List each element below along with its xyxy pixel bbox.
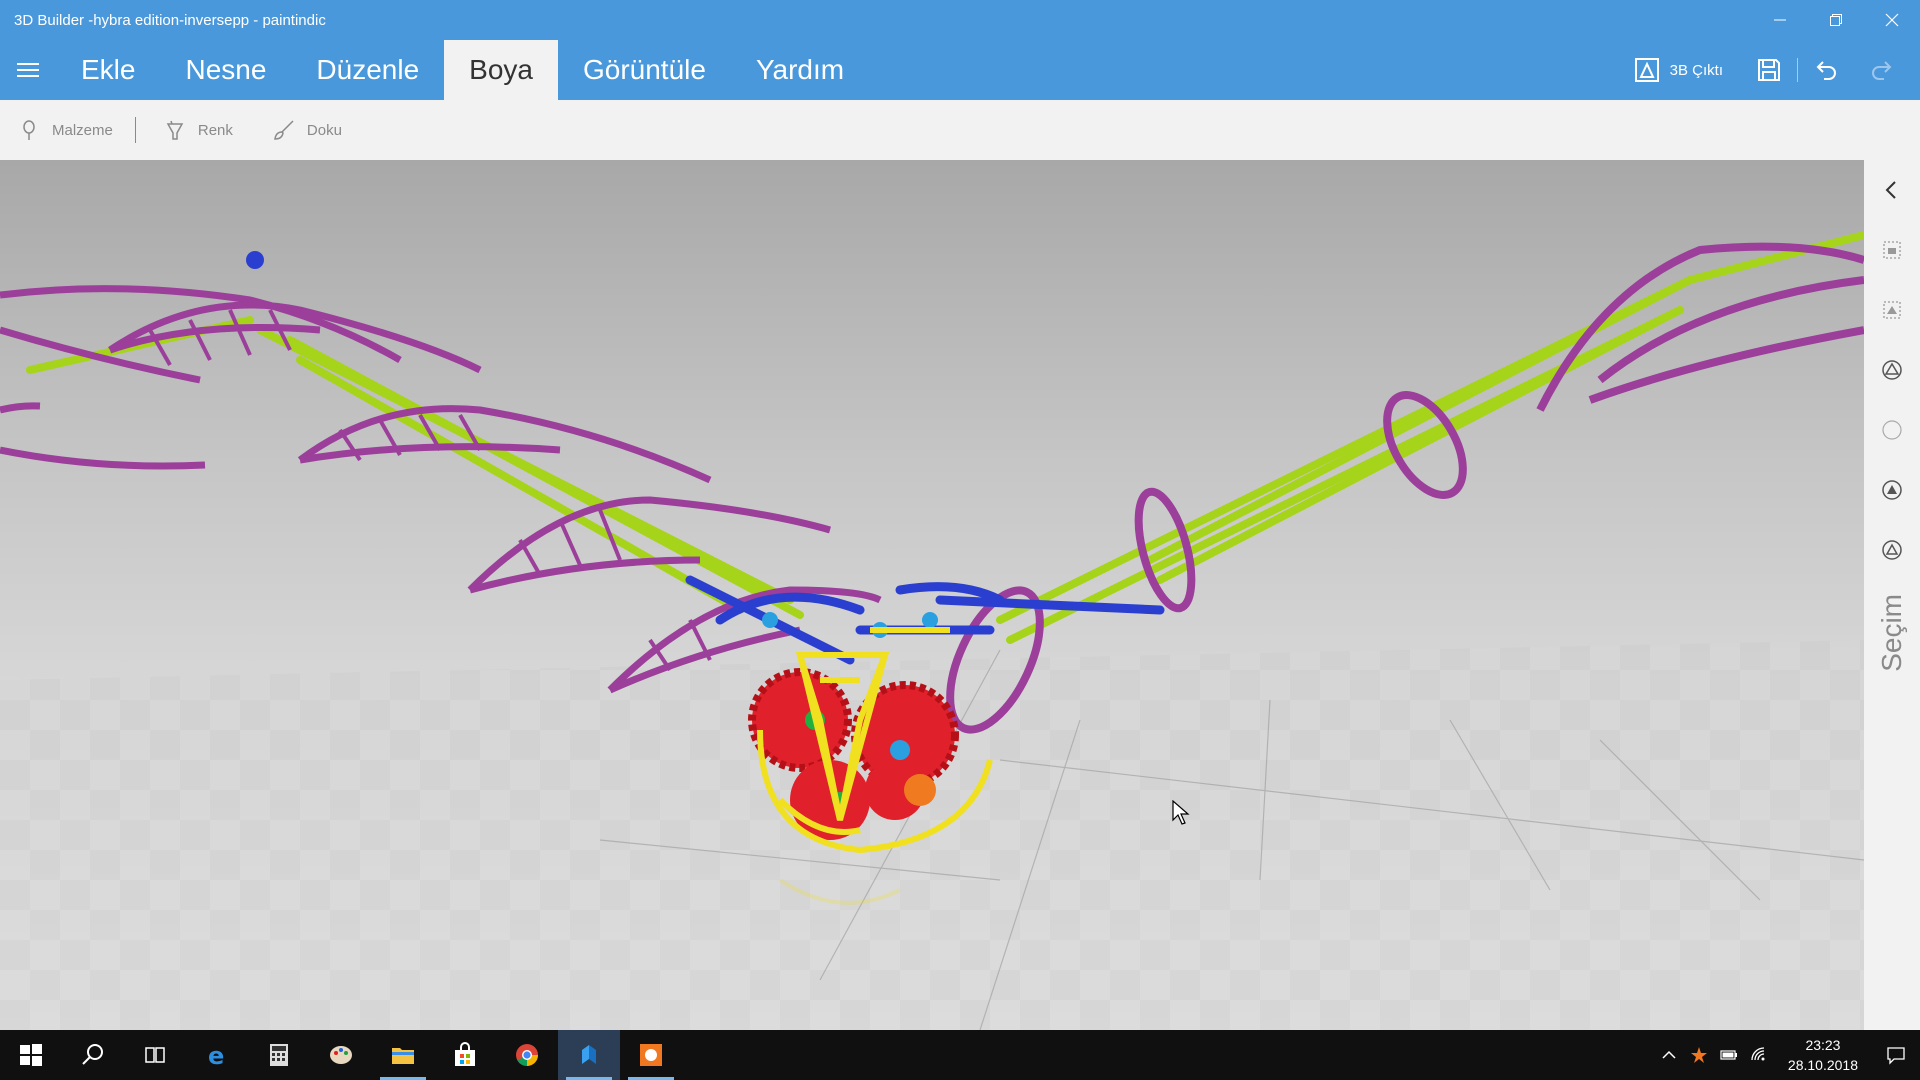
edge-button[interactable]: e bbox=[186, 1030, 248, 1080]
save-button[interactable] bbox=[1741, 40, 1797, 100]
subtoolbar-divider bbox=[134, 117, 136, 143]
selection-label: Seçim bbox=[1876, 594, 1907, 672]
clock[interactable]: 23:23 28.10.2018 bbox=[1774, 1035, 1872, 1075]
paint-bucket-icon bbox=[166, 120, 184, 140]
wing-joint bbox=[246, 251, 264, 269]
close-button[interactable] bbox=[1864, 0, 1920, 40]
select-mesh-button[interactable] bbox=[1864, 340, 1920, 400]
select-triangle-button[interactable] bbox=[1864, 520, 1920, 580]
show-hidden-icons-button[interactable] bbox=[1654, 1030, 1684, 1080]
start-icon bbox=[20, 1044, 42, 1066]
tab-ekle[interactable]: Ekle bbox=[56, 40, 160, 100]
minimize-icon bbox=[1774, 19, 1786, 21]
3d-builder-button[interactable] bbox=[558, 1030, 620, 1080]
3d-print-icon bbox=[1634, 58, 1659, 82]
system-tray: 23:23 28.10.2018 bbox=[1654, 1030, 1920, 1080]
calculator-icon bbox=[270, 1044, 288, 1066]
wifi-icon bbox=[1751, 1047, 1765, 1061]
redo-icon bbox=[1872, 61, 1892, 80]
3d-viewport[interactable] bbox=[0, 160, 1864, 1030]
tray-app-button[interactable] bbox=[1684, 1030, 1714, 1080]
color-button[interactable]: Renk bbox=[146, 100, 255, 160]
file-explorer-icon bbox=[392, 1048, 414, 1064]
notification-icon bbox=[1887, 1047, 1905, 1065]
window-title: 3D Builder -hybra edition-inversepp - pa… bbox=[14, 11, 326, 29]
color-label: Renk bbox=[197, 121, 233, 139]
tab-goruntule[interactable]: Görüntüle bbox=[558, 40, 731, 100]
texture-button[interactable]: Doku bbox=[255, 100, 364, 160]
orange-app-icon bbox=[640, 1044, 662, 1066]
restore-icon bbox=[1830, 14, 1842, 26]
network-button[interactable] bbox=[1744, 1030, 1774, 1080]
restore-button[interactable] bbox=[1808, 0, 1864, 40]
select-faces-icon bbox=[1883, 301, 1901, 319]
material-label: Malzeme bbox=[52, 121, 113, 139]
store-icon bbox=[455, 1042, 475, 1066]
collapse-panel-button[interactable] bbox=[1864, 160, 1920, 220]
material-button[interactable]: Malzeme bbox=[0, 100, 135, 160]
right-panel: Seçim bbox=[1864, 160, 1920, 1030]
select-shape-button[interactable] bbox=[1864, 460, 1920, 520]
material-icon bbox=[23, 120, 35, 140]
clock-time: 23:23 bbox=[1805, 1037, 1841, 1053]
chevron-up-icon bbox=[1662, 1050, 1676, 1059]
task-view-icon bbox=[145, 1047, 165, 1063]
minimize-button[interactable] bbox=[1752, 0, 1808, 40]
store-button[interactable] bbox=[434, 1030, 496, 1080]
3d-print-label: 3B Çıktı bbox=[1669, 61, 1723, 79]
tab-duzenle[interactable]: Düzenle bbox=[291, 40, 444, 100]
save-icon bbox=[1758, 59, 1780, 81]
select-faces-button[interactable] bbox=[1864, 280, 1920, 340]
3d-scene[interactable] bbox=[0, 160, 1864, 1030]
calculator-button[interactable] bbox=[248, 1030, 310, 1080]
search-button[interactable] bbox=[62, 1030, 124, 1080]
undo-icon bbox=[1816, 61, 1836, 80]
tab-nesne[interactable]: Nesne bbox=[160, 40, 291, 100]
undo-button[interactable] bbox=[1798, 40, 1854, 100]
action-center-button[interactable] bbox=[1872, 1030, 1920, 1080]
triangle-icon bbox=[1882, 540, 1902, 560]
battery-icon bbox=[1720, 1050, 1737, 1060]
paint-toolbar: Malzeme Renk Doku bbox=[0, 100, 1920, 160]
start-button[interactable] bbox=[0, 1030, 62, 1080]
edge-icon: e bbox=[208, 1042, 224, 1068]
circle-icon bbox=[1882, 420, 1902, 440]
title-bar: 3D Builder -hybra edition-inversepp - pa… bbox=[0, 0, 1920, 40]
texture-label: Doku bbox=[306, 121, 342, 139]
mesh-icon bbox=[1882, 360, 1902, 380]
chrome-icon bbox=[516, 1044, 538, 1066]
right-wing-rods bbox=[996, 231, 1864, 644]
close-icon bbox=[1885, 13, 1899, 27]
chrome-button[interactable] bbox=[496, 1030, 558, 1080]
battery-button[interactable] bbox=[1714, 1030, 1744, 1080]
search-icon bbox=[82, 1044, 103, 1065]
svg-text:e: e bbox=[208, 1042, 224, 1068]
shape-icon bbox=[1882, 480, 1902, 500]
select-circle-button[interactable] bbox=[1864, 400, 1920, 460]
tab-yardim[interactable]: Yardım bbox=[731, 40, 869, 100]
3d-builder-icon bbox=[582, 1045, 596, 1064]
clock-date: 28.10.2018 bbox=[1787, 1057, 1858, 1073]
menu-bar: Ekle Nesne Düzenle Boya Görüntüle Yardım… bbox=[0, 40, 1920, 100]
hamburger-button[interactable] bbox=[0, 40, 56, 100]
3d-print-button[interactable]: 3B Çıktı bbox=[1616, 40, 1741, 100]
left-wing-truss bbox=[148, 309, 712, 672]
paint-button[interactable] bbox=[310, 1030, 372, 1080]
paint-icon bbox=[330, 1046, 352, 1064]
brush-icon bbox=[274, 120, 294, 140]
tray-app-icon bbox=[1690, 1047, 1707, 1063]
orange-app-button[interactable] bbox=[620, 1030, 682, 1080]
hamburger-icon bbox=[17, 63, 39, 77]
task-view-button[interactable] bbox=[124, 1030, 186, 1080]
file-explorer-button[interactable] bbox=[372, 1030, 434, 1080]
mouse-cursor-icon bbox=[1172, 800, 1190, 825]
tab-boya[interactable]: Boya bbox=[444, 40, 558, 100]
taskbar: e 23:23 28.10.2018 bbox=[0, 1030, 1920, 1080]
select-objects-icon bbox=[1883, 241, 1901, 259]
chevron-left-icon bbox=[1885, 181, 1896, 199]
select-objects-button[interactable] bbox=[1864, 220, 1920, 280]
redo-button[interactable] bbox=[1854, 40, 1910, 100]
